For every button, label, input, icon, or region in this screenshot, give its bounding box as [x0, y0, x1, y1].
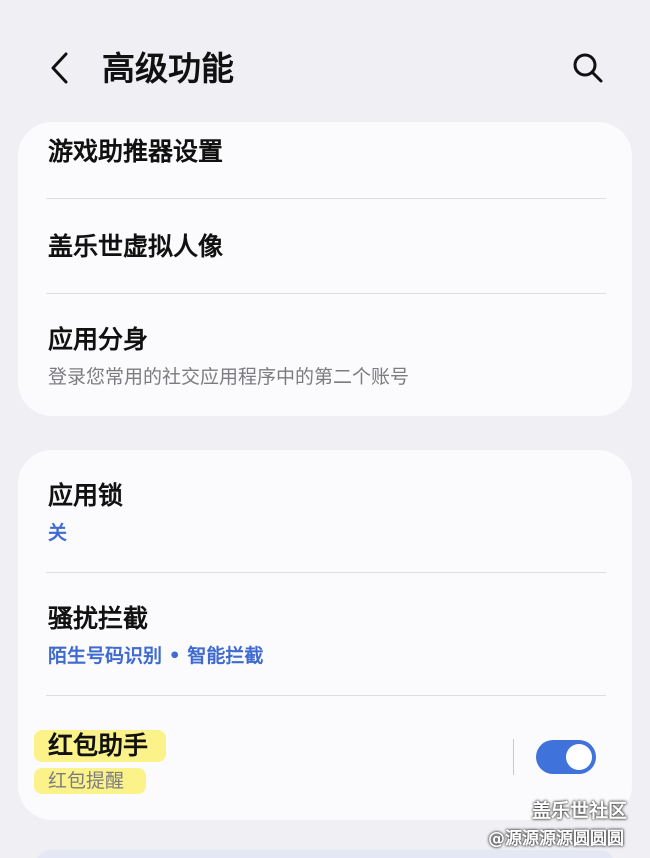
back-button[interactable]: [40, 48, 80, 88]
spam-block-item[interactable]: 骚扰拦截 陌生号码识别 • 智能拦截: [18, 573, 632, 695]
item-title: 骚扰拦截: [48, 604, 149, 633]
settings-card-2: 应用锁 关 骚扰拦截 陌生号码识别 • 智能拦截 红包助手 红包提醒: [18, 450, 632, 820]
settings-card-1: 游戏助推器设置 盖乐世虚拟人像 应用分身 登录您常用的社交应用程序中的第二个账号: [18, 122, 632, 416]
item-title: 红包助手: [48, 731, 149, 760]
item-subtitle: 登录您常用的社交应用程序中的第二个账号: [48, 366, 410, 388]
game-booster-settings-item[interactable]: 游戏助推器设置: [18, 122, 632, 198]
toggle-knob: [566, 744, 592, 770]
item-title: 应用锁: [48, 481, 124, 510]
page-title: 高级功能: [102, 49, 234, 88]
dual-messenger-item[interactable]: 应用分身 登录您常用的社交应用程序中的第二个账号: [18, 294, 632, 416]
toggle-separator: [513, 739, 514, 775]
item-status: 陌生号码识别 • 智能拦截: [48, 645, 264, 667]
next-card-peek: [36, 850, 614, 858]
search-button[interactable]: [568, 48, 608, 88]
item-subtitle: 红包提醒: [48, 770, 125, 792]
item-title: 盖乐世虚拟人像: [48, 232, 224, 261]
item-title: 游戏助推器设置: [48, 137, 224, 166]
galaxy-avatar-item[interactable]: 盖乐世虚拟人像: [18, 199, 632, 293]
watermark-community: 盖乐世社区: [532, 800, 628, 822]
red-envelope-toggle[interactable]: [536, 740, 596, 774]
search-icon: [573, 53, 603, 83]
item-status: 关: [48, 522, 68, 544]
item-title: 应用分身: [48, 325, 149, 354]
app-lock-item[interactable]: 应用锁 关: [18, 450, 632, 572]
chevron-left-icon: [51, 52, 68, 84]
app-bar: 高级功能: [0, 0, 650, 130]
watermark-user: @源源源源圆圆圆: [488, 829, 624, 849]
